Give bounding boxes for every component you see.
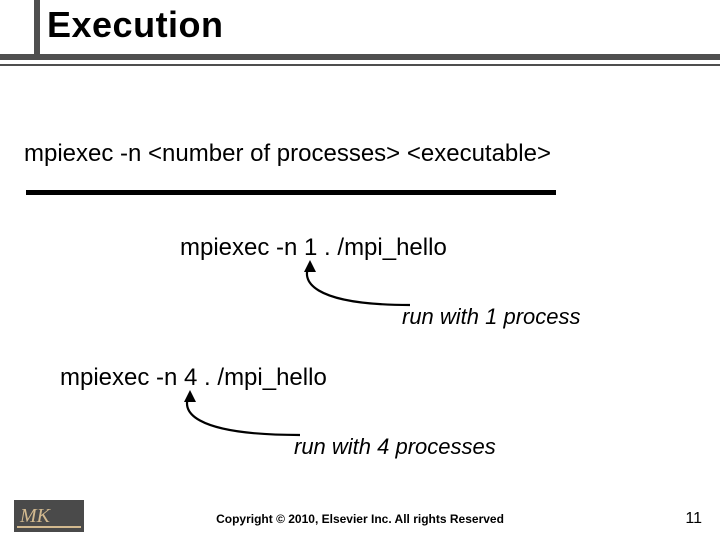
arrow-curve-2-icon bbox=[170, 390, 310, 445]
caption-1: run with 1 process bbox=[402, 304, 581, 330]
slide-title: Execution bbox=[47, 4, 224, 46]
command-example-1: mpiexec -n 1 . /mpi_hello bbox=[180, 234, 447, 262]
page-number: 11 bbox=[685, 510, 702, 528]
arrow-curve-1-icon bbox=[290, 260, 420, 315]
command-syntax: mpiexec -n <number of processes> <execut… bbox=[24, 140, 551, 168]
copyright-text: Copyright © 2010, Elsevier Inc. All righ… bbox=[0, 512, 720, 526]
title-underline-thick bbox=[0, 54, 720, 60]
caption-2: run with 4 processes bbox=[294, 434, 496, 460]
title-underline-thin bbox=[0, 64, 720, 66]
separator-rule bbox=[26, 190, 556, 195]
title-vertical-bar bbox=[34, 0, 40, 54]
command-example-2: mpiexec -n 4 . /mpi_hello bbox=[60, 364, 327, 392]
title-area: Execution bbox=[0, 0, 720, 62]
slide: Execution mpiexec -n <number of processe… bbox=[0, 0, 720, 540]
